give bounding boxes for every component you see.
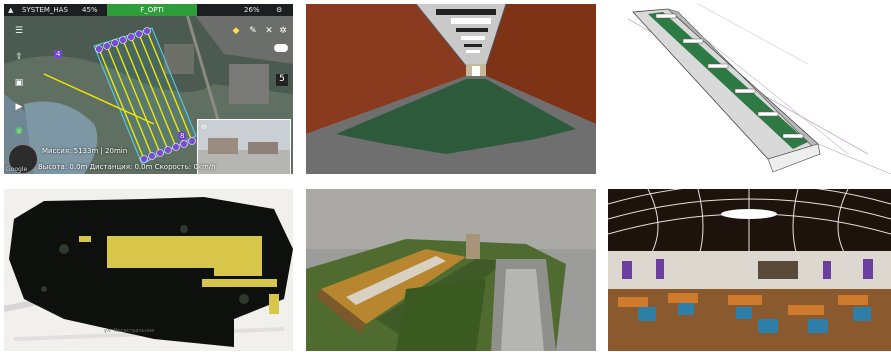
waypoint-marker[interactable] <box>127 33 135 41</box>
waypoint-count-b: 8 <box>178 132 187 140</box>
corridor-render <box>306 4 596 174</box>
corridor-3d-model <box>306 4 596 174</box>
settings-icon[interactable]: ✲ <box>276 26 290 36</box>
upload-icon[interactable]: ⇪ <box>12 52 26 62</box>
wireframe-render <box>608 4 891 174</box>
waypoint-marker[interactable] <box>148 152 156 160</box>
svg-text:⊖: ⊖ <box>201 123 207 131</box>
close-icon[interactable]: ✕ <box>262 26 276 36</box>
drone-mission-screen: ▲ SYSTEM_HAS 45% 26% ⚙ F_OPTI ☰ ⇪ ▣ ▶ ◉ … <box>4 4 293 174</box>
waypoint-marker[interactable] <box>143 27 151 35</box>
menu-icon[interactable]: ☰ <box>12 26 26 36</box>
mission-summary: Миссия: 5133m | 20min <box>42 147 128 155</box>
flight-mode-indicator[interactable]: F_OPTI <box>107 4 197 16</box>
waypoint-marker[interactable] <box>164 146 172 154</box>
panorama-360-room <box>608 189 891 351</box>
panorama-render <box>608 189 891 351</box>
lock-icon[interactable]: ◆ <box>229 26 243 36</box>
signal-label: SYSTEM_HAS <box>22 6 68 14</box>
waypoint-marker[interactable] <box>135 30 143 38</box>
waypoint-marker[interactable] <box>103 42 111 50</box>
mesh-render <box>306 189 596 351</box>
gps-icon[interactable]: ◉ <box>12 126 26 136</box>
telemetry-readout: Высота: 0.0m Дистанция: 0.0m Скорость: 0… <box>38 163 216 171</box>
remote-battery: 26% <box>244 6 260 14</box>
waypoint-marker[interactable] <box>95 45 103 53</box>
signal-icon: ▲ <box>8 6 14 14</box>
orthophoto-map: ул. Магистральная <box>4 189 293 351</box>
map-logo: Google <box>6 166 28 173</box>
play-icon[interactable]: ▶ <box>12 102 26 112</box>
street-label: ул. Магистральная <box>104 328 154 334</box>
gear-icon[interactable]: ⚙ <box>276 4 282 16</box>
waypoint-marker[interactable] <box>156 149 164 157</box>
numbers-icon[interactable]: 5 <box>276 74 288 86</box>
wrench-icon[interactable]: ✎ <box>246 26 260 36</box>
orthophoto-render: ул. Магистральная <box>4 189 293 351</box>
waypoint-marker[interactable] <box>180 140 188 148</box>
photogrammetry-mesh <box>306 189 596 351</box>
waypoint-count-a: 4 <box>54 50 63 58</box>
toggle-switch[interactable] <box>274 44 288 52</box>
waypoint-marker[interactable] <box>172 143 180 151</box>
bim-wireframe-model <box>608 4 891 174</box>
document-icon[interactable]: ▣ <box>12 78 26 88</box>
waypoint-marker[interactable] <box>119 36 127 44</box>
waypoint-marker[interactable] <box>188 137 196 145</box>
waypoint-marker[interactable] <box>140 155 148 163</box>
battery-percent: 45% <box>82 6 98 14</box>
waypoint-marker[interactable] <box>111 39 119 47</box>
